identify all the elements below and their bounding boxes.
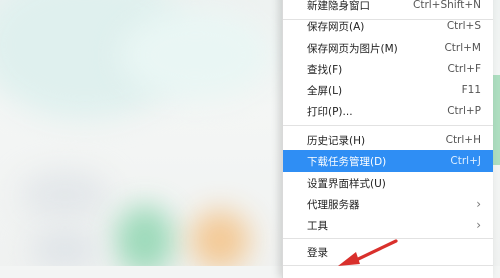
red-arrow-annotation <box>338 239 398 266</box>
arrow-shaft <box>350 239 398 264</box>
arrow-head <box>338 252 360 266</box>
